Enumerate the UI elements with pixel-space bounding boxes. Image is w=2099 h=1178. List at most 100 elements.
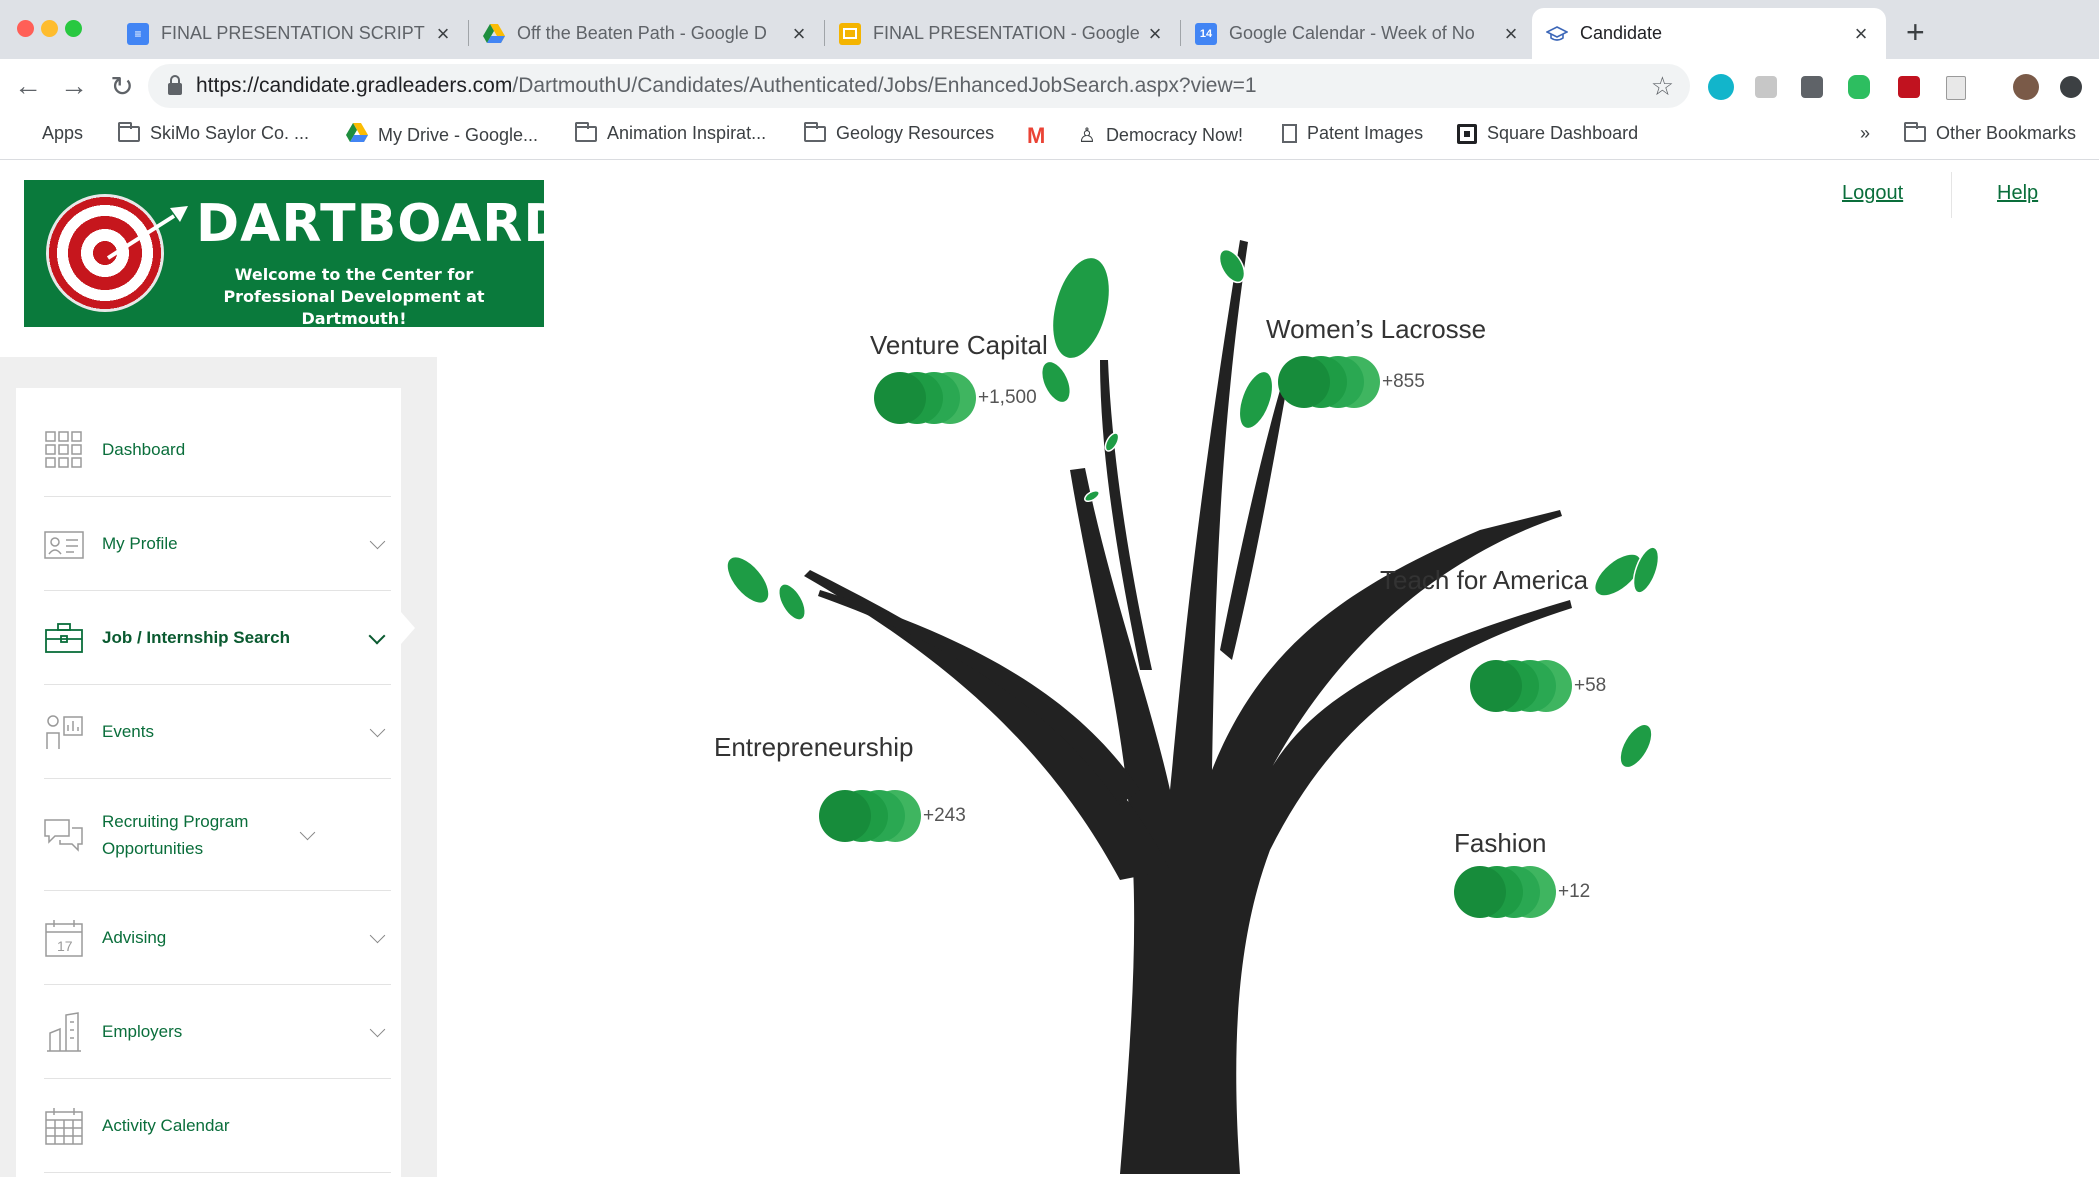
extension-grey-icon[interactable] — [1755, 76, 1777, 98]
chevron-down-icon[interactable] — [369, 1021, 386, 1038]
tab-title: Off the Beaten Path - Google D — [517, 23, 767, 43]
chevron-down-icon[interactable] — [299, 824, 316, 841]
url-text[interactable]: https://candidate.gradleaders.com/Dartmo… — [196, 74, 1651, 98]
forward-arrow-icon[interactable]: → — [58, 70, 90, 102]
sidebar-item-label: Recruiting Program Opportunities — [102, 811, 249, 858]
statue-icon: ♙ — [1078, 125, 1096, 147]
career-pill-stack — [874, 372, 976, 424]
square-icon — [1457, 123, 1477, 144]
career-title-venture-capital[interactable]: Venture Capital — [870, 330, 1048, 361]
career-count: +58 — [1574, 675, 1607, 696]
bookmark-link[interactable]: Patent Images — [1282, 123, 1423, 144]
sidebar-item-dashboard[interactable]: Dashboard — [44, 403, 391, 497]
google-slides-icon — [839, 22, 861, 45]
zoom-window-button[interactable] — [65, 20, 82, 37]
help-link[interactable]: Help — [1997, 182, 2038, 205]
bookmark-link[interactable]: ♙ Democracy Now! — [1078, 123, 1243, 148]
new-tab-button[interactable]: + — [1906, 14, 1925, 51]
google-drive-icon — [346, 123, 368, 148]
other-bookmarks[interactable]: Other Bookmarks — [1904, 121, 2076, 144]
minimize-window-button[interactable] — [41, 20, 58, 37]
bookmark-folder[interactable]: SkiMo Saylor Co. ... — [118, 121, 309, 144]
browser-toolbar: ← → ↻ https://candidate.gradleaders.com/… — [0, 59, 2099, 114]
bookmark-star-icon[interactable]: ☆ — [1651, 71, 1674, 102]
graduation-cap-icon — [1546, 23, 1568, 45]
browser-tab-active[interactable]: Candidate × — [1532, 8, 1886, 59]
back-arrow-icon[interactable]: ← — [12, 70, 44, 102]
tab-title: Candidate — [1580, 23, 1663, 43]
career-pill-stack — [1454, 866, 1556, 918]
chat-bubbles-icon — [44, 815, 84, 855]
evernote-icon[interactable] — [1848, 75, 1870, 99]
sidebar-item-recruiting[interactable]: Recruiting Program Opportunities — [44, 779, 391, 891]
browser-tab[interactable]: FINAL PRESENTATION - Google × — [825, 8, 1180, 59]
profile-avatar[interactable] — [2013, 74, 2039, 100]
dartboard-logo[interactable]: DARTBOARD Welcome to the Center for Prof… — [24, 180, 544, 327]
google-docs-icon: ≡ — [127, 22, 149, 45]
career-title-fashion[interactable]: Fashion — [1454, 828, 1547, 859]
page-content: DARTBOARD Welcome to the Center for Prof… — [0, 160, 2099, 1178]
career-count: +12 — [1558, 881, 1591, 902]
sidebar-item-label: My Profile — [102, 534, 178, 553]
events-icon — [44, 712, 84, 752]
ublock-icon[interactable] — [1898, 76, 1920, 98]
bookmark-folder[interactable]: Animation Inspirat... — [575, 121, 766, 144]
sidebar-item-events[interactable]: Events — [44, 685, 391, 779]
close-tab-icon[interactable]: × — [1850, 21, 1872, 47]
sidebar-item-label: Advising — [102, 928, 167, 947]
browser-tab[interactable]: ≡ FINAL PRESENTATION SCRIPT × — [113, 8, 468, 59]
logout-link[interactable]: Logout — [1842, 182, 1903, 205]
bookmark-link[interactable]: Square Dashboard — [1457, 123, 1638, 144]
career-title-womens-lacrosse[interactable]: Women’s Lacrosse — [1266, 314, 1486, 345]
folder-icon — [575, 121, 597, 142]
close-tab-icon[interactable]: × — [788, 21, 810, 47]
folder-icon — [804, 121, 826, 142]
browser-tab[interactable]: 14 Google Calendar - Week of No × — [1181, 8, 1536, 59]
career-pill-teach-for-america[interactable]: +58 — [1470, 660, 1606, 712]
page-icon — [1282, 124, 1297, 143]
close-tab-icon[interactable]: × — [1500, 21, 1522, 47]
close-tab-icon[interactable]: × — [1144, 21, 1166, 47]
sidebar-item-my-profile[interactable]: My Profile — [44, 497, 391, 591]
grid-icon — [44, 430, 84, 470]
document-extension-icon[interactable] — [1946, 76, 1966, 100]
tab-title: FINAL PRESENTATION - Google — [873, 23, 1140, 43]
career-pill-venture-capital[interactable]: +1,500 — [874, 372, 1037, 424]
bookmarks-overflow-button[interactable]: » — [1860, 123, 1870, 144]
folder-icon — [1904, 121, 1926, 142]
bookmark-apps[interactable]: Apps — [14, 123, 83, 144]
chevron-down-icon[interactable] — [369, 533, 386, 550]
sidebar-item-job-search[interactable]: Job / Internship Search — [44, 591, 391, 685]
chevron-down-icon[interactable] — [369, 721, 386, 738]
extension-shield-icon[interactable] — [1801, 76, 1823, 98]
update-icon[interactable] — [2060, 76, 2082, 98]
sidebar-item-employers[interactable]: Employers — [44, 985, 391, 1079]
address-bar[interactable]: https://candidate.gradleaders.com/Dartmo… — [148, 64, 1690, 108]
close-window-button[interactable] — [17, 20, 34, 37]
career-pill-womens-lacrosse[interactable]: +855 — [1278, 356, 1425, 408]
sidebar-item-activity-calendar[interactable]: Activity Calendar — [44, 1079, 391, 1173]
gmail-icon: M — [1027, 123, 1046, 148]
sidebar-item-advising[interactable]: 17 Advising — [44, 891, 391, 985]
career-pill-entrepreneurship[interactable]: +243 — [819, 790, 966, 842]
chevron-down-icon[interactable] — [368, 627, 386, 644]
career-title-teach-for-america[interactable]: Teach for America — [1380, 565, 1588, 596]
building-icon — [44, 1011, 84, 1052]
career-pill-fashion[interactable]: +12 — [1454, 866, 1590, 918]
reload-icon[interactable]: ↻ — [106, 70, 138, 103]
bookmarks-bar: Apps SkiMo Saylor Co. ... My Drive - Goo… — [0, 114, 2099, 160]
bookmark-link[interactable]: My Drive - Google... — [346, 123, 538, 148]
dart-icon — [106, 206, 188, 260]
chevron-down-icon[interactable] — [369, 927, 386, 944]
bookmark-gmail[interactable]: M — [1027, 123, 1055, 149]
extension-teal-icon[interactable] — [1708, 74, 1734, 100]
career-count: +243 — [923, 805, 966, 826]
close-tab-icon[interactable]: × — [432, 21, 454, 47]
browser-tab[interactable]: Off the Beaten Path - Google D × — [469, 8, 824, 59]
tab-title: FINAL PRESENTATION SCRIPT — [161, 23, 425, 43]
bookmark-folder[interactable]: Geology Resources — [804, 121, 994, 144]
career-pill-stack — [819, 790, 921, 842]
header-divider — [1951, 172, 1952, 218]
career-title-entrepreneurship[interactable]: Entrepreneurship — [714, 732, 913, 763]
career-pill-stack — [1278, 356, 1380, 408]
